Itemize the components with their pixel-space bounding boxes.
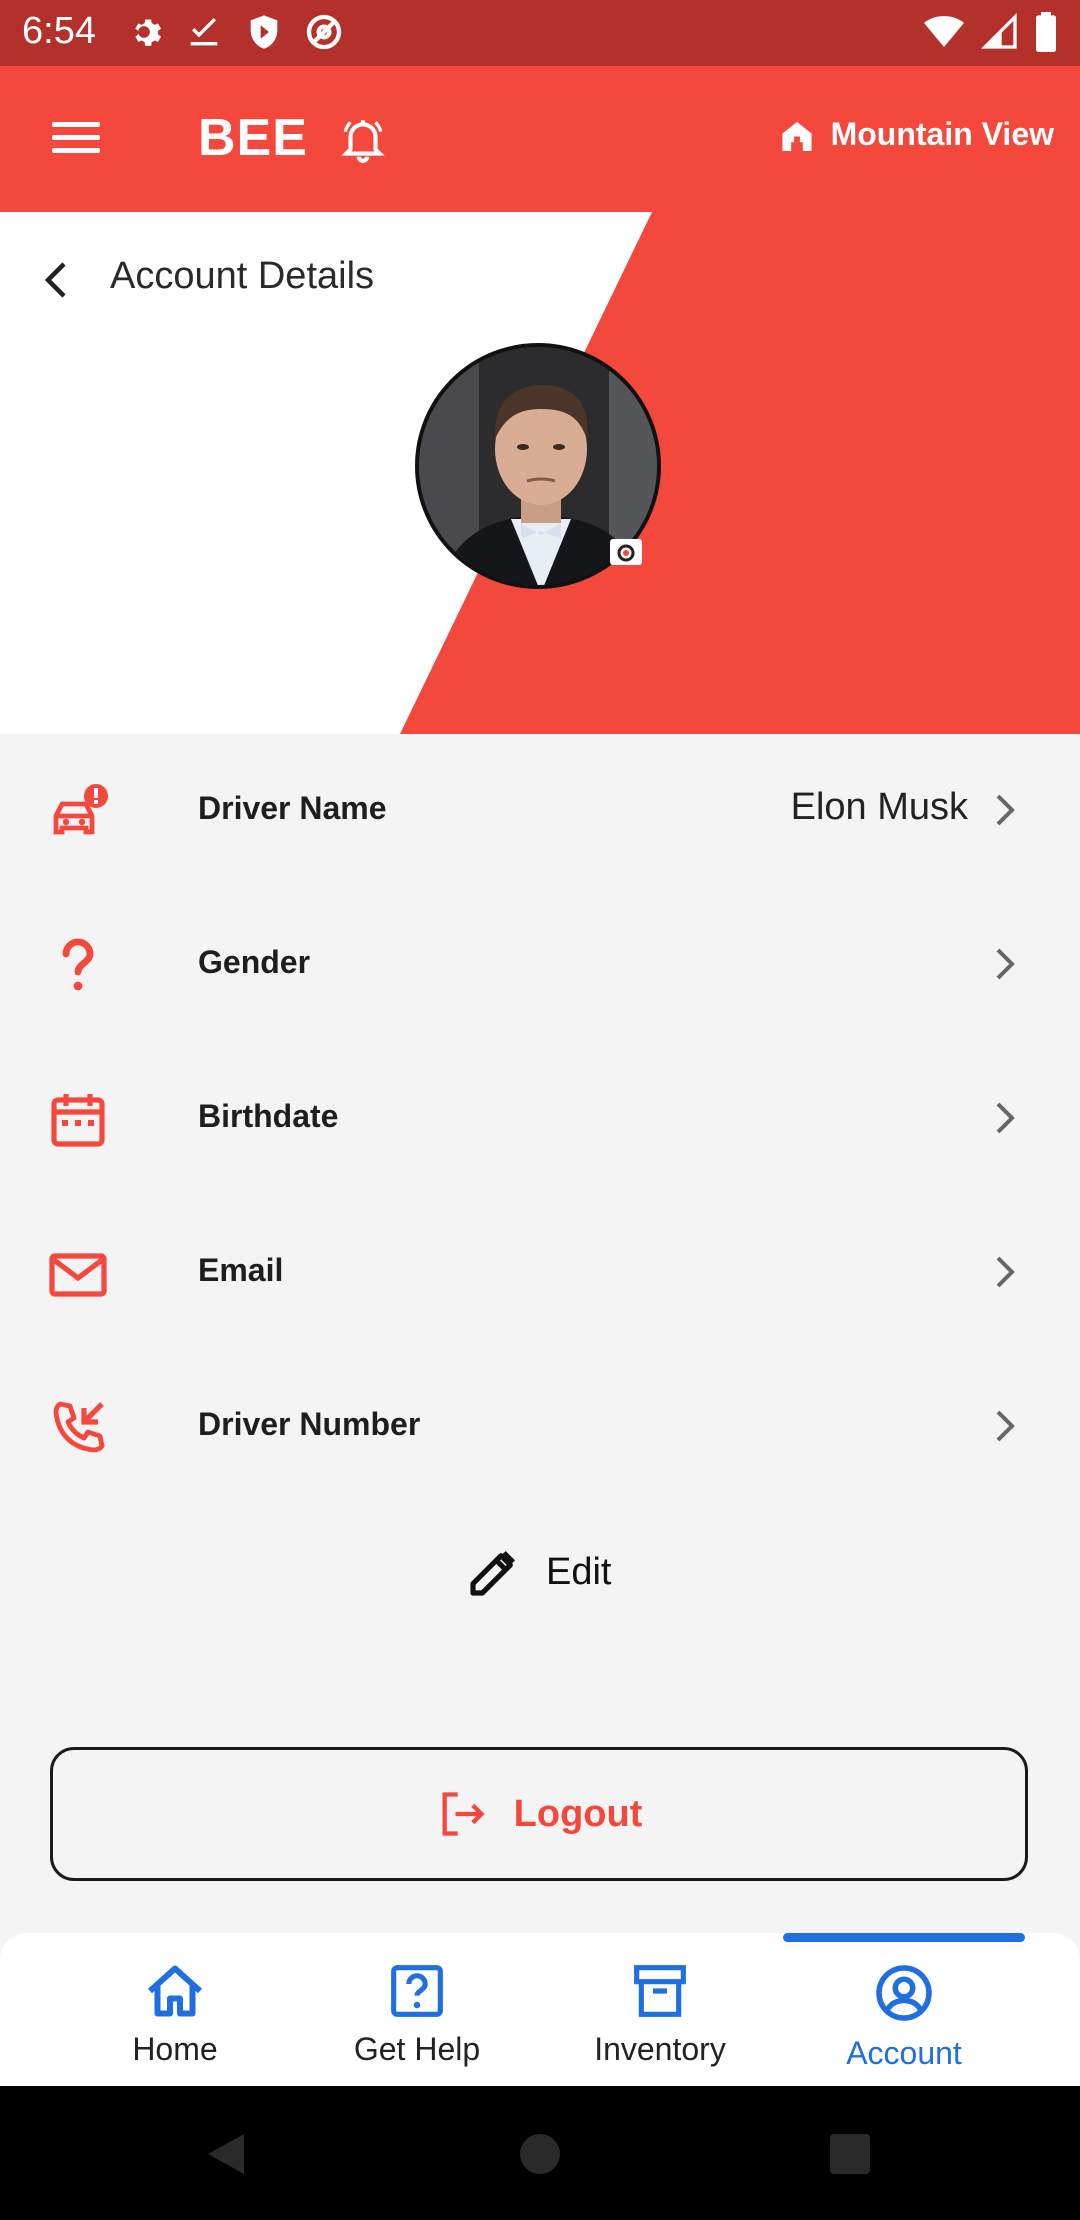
chevron-right-icon xyxy=(996,948,1015,980)
download-done-icon xyxy=(190,18,218,46)
account-circle-icon xyxy=(876,1965,932,2021)
nav-get-help-label: Get Help xyxy=(353,2031,481,2067)
archive-icon xyxy=(634,1965,686,2017)
app-brand: BEE xyxy=(198,109,308,167)
chevron-right-icon xyxy=(996,1102,1015,1134)
row-label: Birthdate xyxy=(198,1098,339,1134)
edit-button[interactable]: Edit xyxy=(466,1544,611,1600)
wifi-icon xyxy=(924,16,964,47)
status-time: 6:54 xyxy=(22,10,96,52)
back-triangle-icon[interactable] xyxy=(204,2132,248,2176)
status-bar: 6:54 xyxy=(0,0,1080,66)
logout-button[interactable]: Logout xyxy=(50,1747,1028,1881)
car-alert-icon xyxy=(53,784,108,835)
notification-bell-icon[interactable] xyxy=(337,114,389,164)
row-driver-number[interactable]: Driver Number xyxy=(0,1350,1080,1504)
driver-name-value: Elon Musk xyxy=(790,786,968,828)
camera-icon[interactable] xyxy=(610,539,642,565)
row-label: Driver Number xyxy=(198,1406,421,1442)
battery-icon xyxy=(1036,12,1056,52)
row-label: Email xyxy=(198,1252,284,1288)
location-selector[interactable]: Mountain View xyxy=(779,116,1054,153)
account-details-list: Driver Name Elon Musk Gender Birthdate E… xyxy=(0,734,1080,1504)
signal-icon xyxy=(980,12,1017,49)
recents-square-icon[interactable] xyxy=(828,2132,872,2176)
status-notification-icons xyxy=(124,12,344,52)
menu-icon[interactable] xyxy=(50,118,104,158)
nav-get-help[interactable]: Get Help xyxy=(296,1963,538,2068)
mail-icon xyxy=(49,1253,107,1297)
question-icon xyxy=(62,938,94,991)
logout-label: Logout xyxy=(513,1792,643,1835)
row-label: Gender xyxy=(198,944,311,980)
logout-icon xyxy=(442,1792,485,1836)
store-home-icon xyxy=(782,121,812,151)
settings-icon xyxy=(135,19,161,46)
shield-icon xyxy=(250,15,278,49)
app-bar: BEE Mountain View xyxy=(0,66,1080,212)
system-navigation-bar xyxy=(0,2086,1080,2220)
chevron-right-icon xyxy=(996,1256,1015,1288)
calendar-icon xyxy=(51,1094,105,1147)
nav-account[interactable]: Account xyxy=(783,1963,1025,2072)
active-tab-indicator xyxy=(783,1933,1025,1942)
chevron-right-icon xyxy=(996,794,1015,826)
back-arrow-icon[interactable] xyxy=(42,260,70,300)
home-icon xyxy=(147,1965,203,2017)
row-gender[interactable]: Gender xyxy=(0,888,1080,1042)
row-label: Driver Name xyxy=(198,790,387,826)
nav-account-label: Account xyxy=(846,2035,962,2071)
bottom-navigation: Home Get Help Inventory Account xyxy=(0,1933,1080,2086)
profile-header: Account Details xyxy=(0,212,1080,734)
nav-inventory-label: Inventory xyxy=(594,2031,726,2067)
page-title: Account Details xyxy=(110,255,375,297)
nav-home[interactable]: Home xyxy=(54,1963,296,2068)
phone-incoming-icon xyxy=(53,1401,105,1453)
edit-label: Edit xyxy=(546,1550,612,1593)
home-circle-icon[interactable] xyxy=(518,2132,562,2176)
status-system-icons xyxy=(922,12,1058,52)
row-driver-name[interactable]: Driver Name Elon Musk xyxy=(0,734,1080,888)
at-sign-icon xyxy=(306,14,342,50)
location-label: Mountain View xyxy=(830,116,1054,152)
nav-inventory[interactable]: Inventory xyxy=(539,1963,781,2068)
pencil-icon xyxy=(470,1551,515,1596)
nav-home-label: Home xyxy=(132,2031,218,2067)
chevron-right-icon xyxy=(996,1410,1015,1442)
row-birthdate[interactable]: Birthdate xyxy=(0,1042,1080,1196)
help-box-icon xyxy=(391,1965,443,2017)
row-email[interactable]: Email xyxy=(0,1196,1080,1350)
